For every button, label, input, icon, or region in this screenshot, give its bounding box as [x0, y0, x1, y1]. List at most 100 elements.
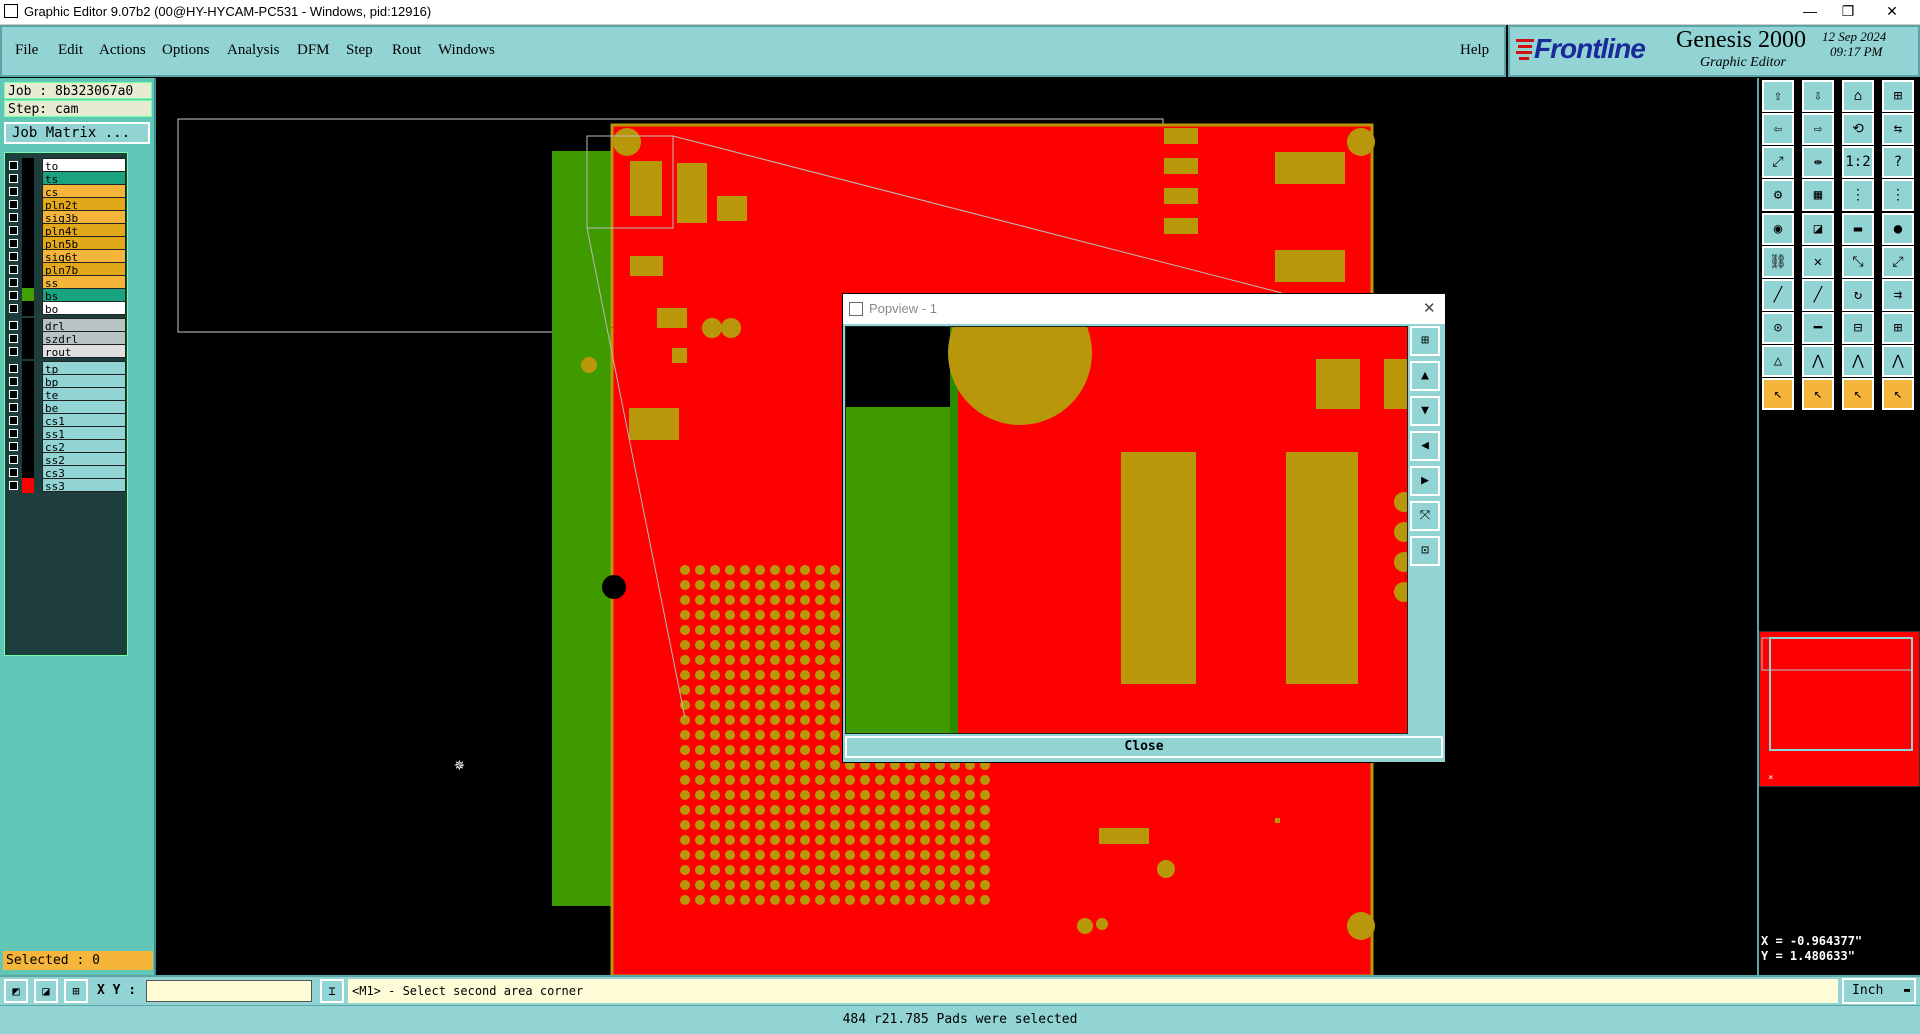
- layer-name[interactable]: rout: [42, 344, 126, 359]
- layer-name[interactable]: pln5b: [42, 236, 126, 251]
- layer-checkbox[interactable]: [9, 403, 18, 412]
- layer-checkbox[interactable]: [9, 347, 18, 356]
- circle-icon[interactable]: ●: [1882, 213, 1914, 245]
- units-selector[interactable]: Inch ▬: [1842, 978, 1916, 1004]
- layer-checkbox[interactable]: [9, 364, 18, 373]
- popview-close-icon[interactable]: ✕: [1423, 299, 1436, 317]
- layer-name[interactable]: ss1: [42, 426, 126, 441]
- layer-checkbox[interactable]: [9, 291, 18, 300]
- check-icon[interactable]: ⋀: [1842, 345, 1874, 377]
- layer-checkbox[interactable]: [9, 252, 18, 261]
- arrange-icon[interactable]: ⇉: [1882, 279, 1914, 311]
- menu-file[interactable]: File: [15, 42, 38, 59]
- report-icon[interactable]: ⋀: [1882, 345, 1914, 377]
- delete-icon[interactable]: ✕: [1802, 246, 1834, 278]
- layer-name[interactable]: bo: [42, 301, 126, 316]
- move-icon[interactable]: ⤡: [1842, 246, 1874, 278]
- layer-checkbox[interactable]: [9, 213, 18, 222]
- menu-step[interactable]: Step: [346, 42, 373, 59]
- layer-name[interactable]: drl: [42, 318, 126, 333]
- layer-name[interactable]: bs: [42, 288, 126, 303]
- layer-name[interactable]: pln4t: [42, 223, 126, 238]
- layer-checkbox[interactable]: [9, 390, 18, 399]
- window-icon[interactable]: ⊞: [1882, 80, 1914, 112]
- layer-checkbox[interactable]: [9, 226, 18, 235]
- layer-row-bo[interactable]: bo: [6, 301, 126, 316]
- zoom-up-icon[interactable]: ⇧: [1762, 80, 1794, 112]
- layer-checkbox[interactable]: [9, 174, 18, 183]
- menu-edit[interactable]: Edit: [58, 42, 83, 59]
- layer-name[interactable]: ss: [42, 275, 126, 290]
- layer-checkbox[interactable]: [9, 304, 18, 313]
- surface-icon[interactable]: ◪: [1802, 213, 1834, 245]
- target-icon[interactable]: ⊙: [1762, 312, 1794, 344]
- snap-icon[interactable]: ◩: [4, 979, 28, 1003]
- grid-icon[interactable]: ▦: [1802, 179, 1834, 211]
- popview-zoom-in-icon[interactable]: ⊞: [1410, 326, 1440, 356]
- layer-color-swatch[interactable]: [22, 301, 34, 316]
- layer-name[interactable]: cs1: [42, 413, 126, 428]
- layer-checkbox[interactable]: [9, 200, 18, 209]
- layer-color-swatch[interactable]: [22, 478, 34, 493]
- menu-dfm[interactable]: DFM: [297, 42, 330, 59]
- menu-actions[interactable]: Actions: [99, 42, 146, 59]
- popview-window[interactable]: Popview - 1 ✕ ⊞ ▲ ▼ ◀ ▶ ⤧ ⊡ Close: [842, 281, 1446, 763]
- layer-name[interactable]: cs2: [42, 439, 126, 454]
- select-area-icon[interactable]: ↖: [1802, 378, 1834, 410]
- matrix-icon[interactable]: ⊞: [1882, 312, 1914, 344]
- swap-icon[interactable]: ⇆: [1882, 113, 1914, 145]
- rotate-icon[interactable]: ⟲: [1842, 113, 1874, 145]
- layer-checkbox[interactable]: [9, 278, 18, 287]
- popview-canvas[interactable]: [845, 281, 1424, 734]
- layer-name[interactable]: cs: [42, 184, 126, 199]
- popview-pan-down-icon[interactable]: ▼: [1410, 396, 1440, 426]
- layer-checkbox[interactable]: [9, 321, 18, 330]
- layer-row-rout[interactable]: rout: [6, 344, 126, 359]
- connect-icon[interactable]: ⛓: [1762, 246, 1794, 278]
- select-icon[interactable]: ↖: [1762, 378, 1794, 410]
- menu-rout[interactable]: Rout: [392, 42, 421, 59]
- popview-pan-up-icon[interactable]: ▲: [1410, 361, 1440, 391]
- help-icon[interactable]: ?: [1882, 146, 1914, 178]
- layer-checkbox[interactable]: [9, 481, 18, 490]
- zoom-down-icon[interactable]: ⇩: [1802, 80, 1834, 112]
- draw-line-icon[interactable]: ╱: [1802, 279, 1834, 311]
- layer-checkbox[interactable]: [9, 161, 18, 170]
- close-window-button[interactable]: ✕: [1872, 2, 1912, 22]
- layer-name[interactable]: ss3: [42, 478, 126, 493]
- fit-icon[interactable]: ⤢: [1762, 146, 1794, 178]
- menu-help[interactable]: Help: [1460, 42, 1489, 59]
- layer-row-ss3[interactable]: ss3: [6, 478, 126, 493]
- popview-title-bar[interactable]: Popview - 1 ✕: [843, 294, 1445, 324]
- layer-name[interactable]: pln7b: [42, 262, 126, 277]
- menu-analysis[interactable]: Analysis: [227, 42, 280, 59]
- layer-name[interactable]: cs3: [42, 465, 126, 480]
- layer-checkbox[interactable]: [9, 187, 18, 196]
- layer-name[interactable]: sig6t: [42, 249, 126, 264]
- layer-name[interactable]: ss2: [42, 452, 126, 467]
- layer-name[interactable]: to: [42, 158, 126, 173]
- overview-map[interactable]: ×: [1759, 631, 1920, 787]
- ratio-icon[interactable]: 1:2: [1842, 146, 1874, 178]
- layer-checkbox[interactable]: [9, 429, 18, 438]
- layer-name[interactable]: szdrl: [42, 331, 126, 346]
- layer-up-icon[interactable]: ⋮: [1842, 179, 1874, 211]
- layer-checkbox[interactable]: [9, 468, 18, 477]
- layer-name[interactable]: bp: [42, 374, 126, 389]
- job-matrix-button[interactable]: Job Matrix ...: [4, 122, 150, 144]
- analysis-icon[interactable]: ⋀: [1802, 345, 1834, 377]
- layer-name[interactable]: sig3b: [42, 210, 126, 225]
- layer-down-icon[interactable]: ⋮: [1882, 179, 1914, 211]
- measure-icon[interactable]: ⊟: [1842, 312, 1874, 344]
- xy-input[interactable]: [146, 980, 312, 1002]
- pick-icon[interactable]: ↖: [1842, 378, 1874, 410]
- minimize-button[interactable]: —: [1790, 2, 1830, 22]
- trace-icon[interactable]: ━: [1802, 312, 1834, 344]
- popview-fit-icon[interactable]: ⊡: [1410, 536, 1440, 566]
- grid-icon[interactable]: ⊞: [64, 979, 88, 1003]
- layer-checkbox[interactable]: [9, 416, 18, 425]
- layer-checkbox[interactable]: [9, 455, 18, 464]
- layer-color-swatch[interactable]: [22, 344, 34, 359]
- drc-icon[interactable]: △: [1762, 345, 1794, 377]
- pad-icon[interactable]: ◉: [1762, 213, 1794, 245]
